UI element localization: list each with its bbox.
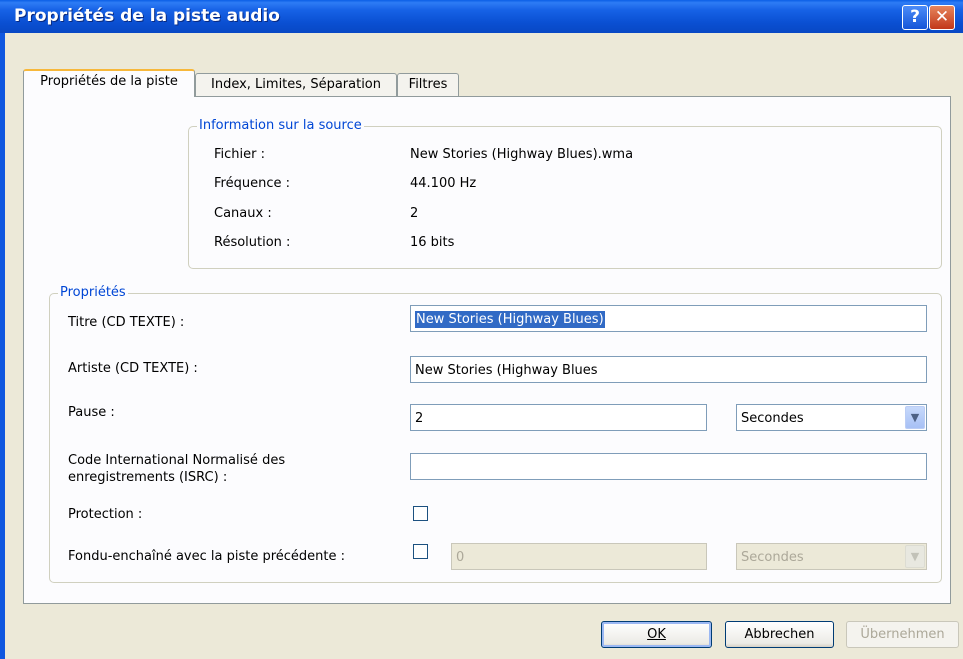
help-button[interactable]: ? <box>902 5 928 30</box>
channels-label: Canaux : <box>214 206 272 221</box>
source-info-legend: Information sur la source <box>197 118 364 133</box>
file-value: New Stories (Highway Blues).wma <box>410 147 634 162</box>
title-input-value: New Stories (Highway Blues) <box>415 311 605 328</box>
tab-label: Filtres <box>408 77 448 92</box>
title-bar[interactable]: Propriétés de la piste audio ? ✕ <box>0 0 963 33</box>
pause-unit-select[interactable]: Secondes ▼ <box>736 404 927 431</box>
chevron-down-icon: ▼ <box>910 550 920 563</box>
crossfade-input[interactable]: 0 <box>451 543 707 570</box>
channels-value: 2 <box>410 206 419 221</box>
apply-button[interactable]: Übernehmen <box>846 621 959 648</box>
crossfade-input-value: 0 <box>456 550 465 565</box>
crossfade-label: Fondu-enchaîné avec la piste précédente … <box>68 549 346 564</box>
tab-panel: Information sur la source Fichier : New … <box>23 96 951 604</box>
resolution-label: Résolution : <box>214 235 291 250</box>
ok-button-label: OK <box>647 627 666 642</box>
isrc-label-line1: Code International Normalisé des <box>68 453 286 468</box>
pause-input[interactable]: 2 <box>410 404 707 431</box>
window-title: Propriétés de la piste audio <box>14 6 280 26</box>
tab-label: Propriétés de la piste <box>40 74 178 89</box>
tab-track-properties[interactable]: Propriétés de la piste <box>23 69 195 97</box>
crossfade-checkbox[interactable] <box>413 544 428 559</box>
cancel-button-label: Abbrechen <box>744 627 815 642</box>
tab-index-limits[interactable]: Index, Limites, Séparation <box>195 73 397 96</box>
artist-label: Artiste (CD TEXTE) : <box>68 361 198 376</box>
frequency-value: 44.100 Hz <box>410 176 477 191</box>
pause-input-value: 2 <box>415 411 424 426</box>
protection-label-text: Protection : <box>68 507 143 522</box>
help-icon: ? <box>910 7 920 27</box>
close-button[interactable]: ✕ <box>929 5 955 30</box>
crossfade-unit-select[interactable]: Secondes ▼ <box>736 543 927 570</box>
pause-label: Pause : <box>68 405 115 420</box>
cancel-button[interactable]: Abbrechen <box>725 621 834 648</box>
ok-button[interactable]: OK <box>601 621 712 648</box>
tab-label: Index, Limites, Séparation <box>211 77 381 92</box>
close-icon: ✕ <box>934 7 950 27</box>
artist-input[interactable]: New Stories (Highway Blues <box>410 356 927 383</box>
pause-unit-value: Secondes <box>741 411 804 426</box>
chevron-down-icon: ▼ <box>910 411 920 424</box>
properties-legend: Propriétés <box>58 285 128 300</box>
frequency-label: Fréquence : <box>214 176 290 191</box>
file-label: Fichier : <box>214 147 265 162</box>
protection-label: Protection : <box>68 507 142 522</box>
crossfade-unit-value: Secondes <box>741 550 804 565</box>
isrc-label-line2: enregistrements (ISRC) : <box>68 470 228 485</box>
resolution-value: 16 bits <box>410 235 455 250</box>
apply-button-label: Übernehmen <box>860 627 945 642</box>
crossfade-unit-dropdown-button[interactable]: ▼ <box>905 545 925 568</box>
pause-unit-dropdown-button[interactable]: ▼ <box>905 406 925 429</box>
isrc-input[interactable] <box>410 453 927 480</box>
properties-group: Propriétés <box>49 285 942 583</box>
window-frame-left <box>0 33 5 659</box>
artist-input-value: New Stories (Highway Blues <box>415 363 598 378</box>
tab-filters[interactable]: Filtres <box>397 73 459 96</box>
title-label: Titre (CD TEXTE) : <box>68 315 185 330</box>
title-input[interactable]: New Stories (Highway Blues) <box>410 305 927 332</box>
protection-checkbox[interactable] <box>413 506 428 521</box>
